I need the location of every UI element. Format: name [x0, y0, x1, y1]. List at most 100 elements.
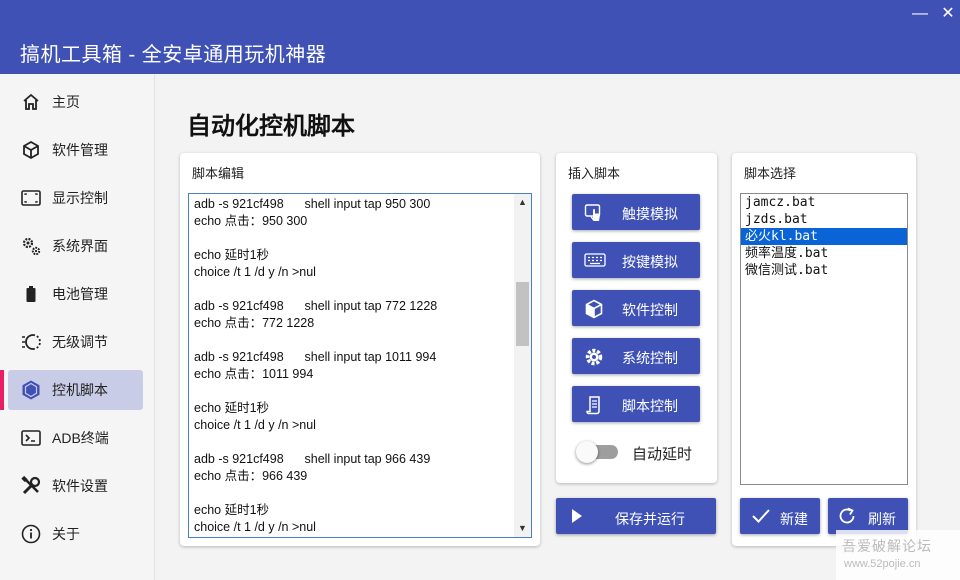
minimize-button[interactable]: — — [908, 4, 932, 24]
script-line — [194, 434, 512, 451]
file-list-item-selected[interactable]: 必火kl.bat — [741, 228, 907, 245]
play-icon — [570, 508, 584, 529]
app-header: 搞机工具箱 - 全安卓通用玩机神器 — [0, 26, 960, 74]
sidebar-item-system-ui[interactable]: 系统界面 — [8, 226, 143, 266]
sidebar-item-settings[interactable]: 软件设置 — [8, 466, 143, 506]
file-list-item[interactable]: 频率温度.bat — [741, 245, 907, 262]
insert-script-title: 插入脚本 — [568, 166, 621, 181]
script-text: adb -s 921cf498 shell input tap 950 300 e… — [194, 196, 512, 536]
script-line — [194, 332, 512, 349]
sidebar-item-scripts[interactable]: 控机脚本 — [0, 370, 143, 410]
scroll-thumb[interactable] — [516, 282, 529, 346]
script-line: echo 点击：950 300 — [194, 214, 308, 228]
file-list-item[interactable]: 微信测试.bat — [741, 262, 907, 279]
touch-icon — [584, 203, 604, 221]
script-line: adb -s 921cf498 shell input tap 1011 994 — [194, 350, 437, 364]
keyboard-icon — [584, 251, 606, 269]
script-editor-card: 脚本编辑 adb -s 921cf498 shell input tap 950… — [180, 153, 540, 546]
script-control-button[interactable]: 脚本控制 — [572, 386, 700, 422]
refresh-icon — [837, 506, 857, 531]
toggle-knob — [576, 441, 598, 463]
key-simulate-label: 按键模拟 — [622, 254, 678, 270]
sidebar-item-label: ADB终端 — [52, 430, 109, 446]
gear-icon — [584, 347, 604, 366]
system-control-label: 系统控制 — [622, 350, 678, 366]
sidebar-item-label: 控机脚本 — [52, 382, 108, 398]
script-line: echo 延时1秒 — [194, 401, 270, 415]
script-line: adb -s 921cf498 shell input tap 950 300 — [194, 197, 431, 211]
script-line: echo 点击：966 439 — [194, 469, 308, 483]
system-control-button[interactable]: 系统控制 — [572, 338, 700, 374]
sidebar: 主页 软件管理 显示控制 系统界面 电池管理 无级调节 控机脚本 ADB终端 软… — [0, 74, 155, 580]
script-line: echo 延时1秒 — [194, 248, 270, 262]
script-line: echo 点击：1011 994 — [194, 367, 314, 381]
key-simulate-button[interactable]: 按键模拟 — [572, 242, 700, 278]
package-icon — [20, 139, 42, 161]
watermark-text: 吾爱破解论坛 — [842, 538, 932, 554]
close-button[interactable]: ✕ — [936, 4, 960, 24]
sidebar-item-label: 关于 — [52, 526, 80, 542]
sidebar-item-software[interactable]: 软件管理 — [8, 130, 143, 170]
script-line — [194, 230, 512, 247]
auto-delay-label: 自动延时 — [632, 446, 693, 463]
script-line — [194, 281, 512, 298]
script-line: choice /t 1 /d y /n >nul — [194, 520, 316, 534]
script-control-label: 脚本控制 — [622, 398, 678, 414]
gears-icon — [20, 235, 42, 257]
file-list-item[interactable]: jamcz.bat — [741, 194, 907, 211]
window-titlebar: — ✕ — [0, 0, 960, 26]
script-line: choice /t 1 /d y /n >nul — [194, 265, 316, 279]
cube-icon — [584, 299, 604, 319]
save-and-run-label: 保存并运行 — [615, 511, 685, 527]
script-line: adb -s 921cf498 shell input tap 772 1228 — [194, 299, 438, 313]
new-script-label: 新建 — [780, 511, 808, 527]
software-control-button[interactable]: 软件控制 — [572, 290, 700, 326]
sidebar-item-adb-terminal[interactable]: ADB终端 — [8, 418, 143, 458]
sidebar-item-home[interactable]: 主页 — [8, 82, 143, 122]
script-select-title: 脚本选择 — [744, 166, 797, 181]
sidebar-item-label: 系统界面 — [52, 238, 108, 254]
script-editor-textarea[interactable]: adb -s 921cf498 shell input tap 950 300 e… — [188, 193, 532, 538]
script-file-list[interactable]: jamcz.bat jzds.bat 必火kl.bat 频率温度.bat 微信测… — [740, 193, 908, 485]
sidebar-item-label: 软件管理 — [52, 142, 108, 158]
sidebar-item-battery[interactable]: 电池管理 — [8, 274, 143, 314]
check-icon — [751, 507, 771, 530]
script-line: echo 延时1秒 — [194, 503, 270, 517]
tools-icon — [20, 475, 42, 497]
home-icon — [20, 91, 42, 113]
refresh-button[interactable]: 刷新 — [828, 498, 908, 534]
sidebar-item-about[interactable]: 关于 — [8, 514, 143, 554]
sidebar-item-label: 软件设置 — [52, 478, 108, 494]
scroll-up-arrow-icon[interactable]: ▲ — [514, 194, 531, 211]
terminal-icon — [20, 427, 42, 449]
software-control-label: 软件控制 — [622, 302, 678, 318]
refresh-label: 刷新 — [868, 511, 896, 527]
scroll-down-arrow-icon[interactable]: ▼ — [514, 520, 531, 537]
script-editor-title: 脚本编辑 — [192, 166, 245, 181]
page-title: 自动化控机脚本 — [187, 113, 355, 140]
save-and-run-button[interactable]: 保存并运行 — [556, 498, 716, 534]
hexagon-icon — [20, 379, 42, 401]
insert-script-card: 插入脚本 触摸模拟 按键模拟 软件控制 系统控制 脚本控制 自动延时 — [556, 153, 717, 483]
touch-simulate-button[interactable]: 触摸模拟 — [572, 194, 700, 230]
sidebar-item-display[interactable]: 显示控制 — [8, 178, 143, 218]
app-title: 搞机工具箱 - 全安卓通用玩机神器 — [20, 44, 327, 66]
sidebar-item-label: 无级调节 — [52, 334, 108, 350]
script-select-card: 脚本选择 jamcz.bat jzds.bat 必火kl.bat 频率温度.ba… — [732, 153, 916, 546]
script-line: choice /t 1 /d y /n >nul — [194, 418, 316, 432]
slider-icon — [20, 331, 42, 353]
new-script-button[interactable]: 新建 — [740, 498, 820, 534]
watermark-url: www.52pojie.cn — [844, 558, 921, 570]
battery-icon — [20, 283, 42, 305]
sidebar-item-stepless[interactable]: 无级调节 — [8, 322, 143, 362]
script-line — [194, 485, 512, 502]
sidebar-item-label: 电池管理 — [52, 286, 108, 302]
display-icon — [20, 187, 42, 209]
sidebar-item-label: 主页 — [52, 94, 80, 110]
file-list-item[interactable]: jzds.bat — [741, 211, 907, 228]
sidebar-item-label: 显示控制 — [52, 190, 108, 206]
touch-simulate-label: 触摸模拟 — [622, 206, 678, 222]
editor-scrollbar[interactable]: ▲ ▼ — [514, 194, 531, 537]
auto-delay-toggle[interactable] — [576, 441, 620, 463]
forum-watermark: 吾爱破解论坛 www.52pojie.cn — [836, 530, 960, 580]
